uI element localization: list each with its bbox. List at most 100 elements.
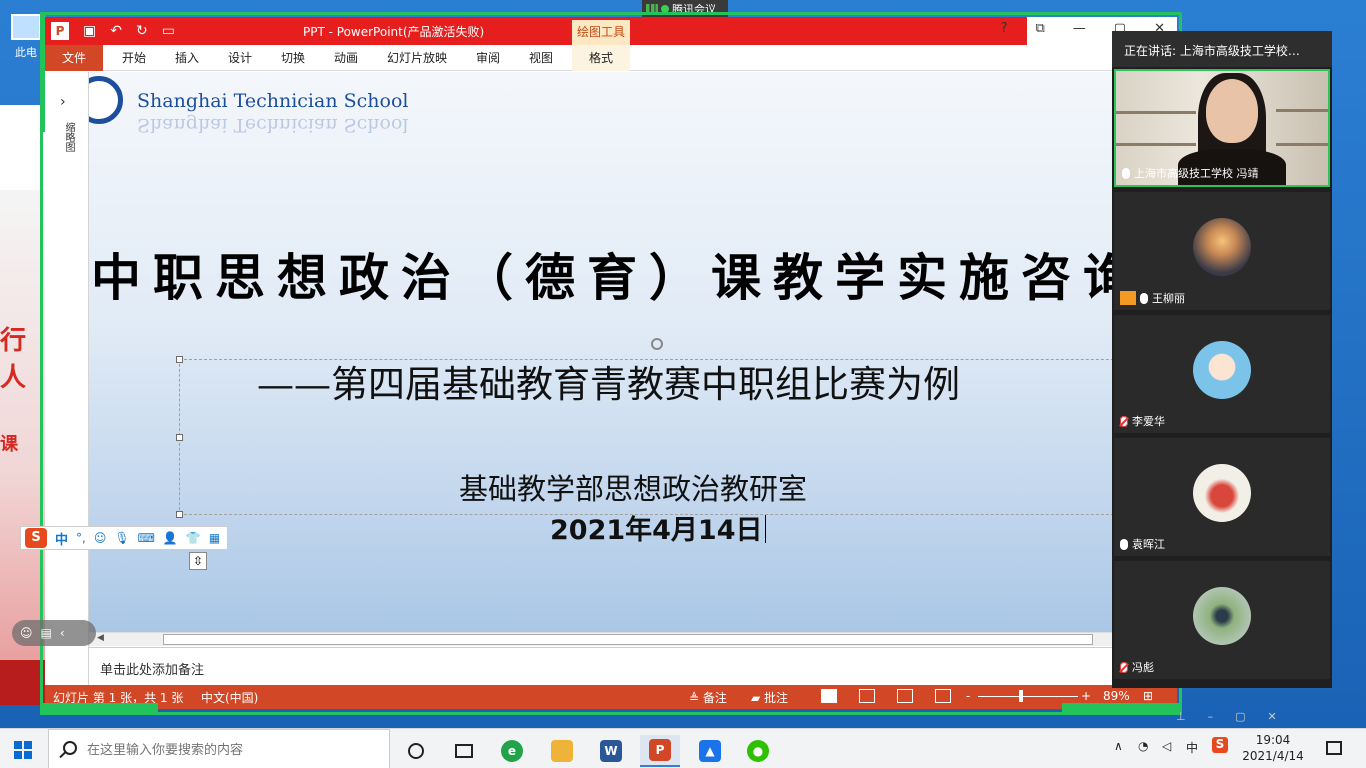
cortana-icon[interactable]: [396, 735, 436, 767]
word-icon[interactable]: W: [591, 735, 631, 767]
notification-icon[interactable]: [1326, 741, 1342, 755]
search-icon: [63, 741, 77, 755]
school-name-reflection: Shanghai Technician School: [137, 114, 409, 136]
chevron-right-icon[interactable]: ›: [60, 94, 66, 110]
slide-title[interactable]: 中职思想政治（德育）课教学实施咨询: [91, 238, 1145, 310]
emoji-icon[interactable]: ☺: [20, 626, 33, 640]
participant-label: 袁晖江: [1120, 536, 1165, 552]
maximize-icon[interactable]: ▢: [1235, 710, 1245, 728]
keyboard-icon[interactable]: ⌨: [138, 531, 155, 545]
thumbnail-pane: › 缩略图: [45, 72, 89, 685]
notes-pane[interactable]: 单击此处添加备注: [89, 647, 1177, 685]
tab-format[interactable]: 格式: [572, 45, 630, 71]
tab-animations[interactable]: 动画: [334, 45, 358, 71]
participant-name: 李爱华: [1132, 415, 1165, 428]
participant-name: 冯彪: [1132, 661, 1154, 674]
pin-icon[interactable]: ⊥: [1176, 710, 1186, 728]
sogou-logo-icon[interactable]: S: [25, 528, 47, 548]
tab-file[interactable]: 文件: [45, 45, 103, 71]
tab-design[interactable]: 设计: [228, 45, 252, 71]
browser-icon[interactable]: e: [492, 735, 532, 767]
thumbnail-label[interactable]: 缩略图: [61, 122, 76, 152]
powerpoint-taskbar-icon[interactable]: P: [640, 735, 680, 767]
host-badge-icon: [1120, 291, 1136, 305]
ribbon-display-icon[interactable]: ⧉: [1036, 21, 1045, 36]
language-indicator[interactable]: 中文(中国): [201, 689, 258, 706]
volume-icon[interactable]: ◁: [1162, 739, 1171, 753]
notes-toggle[interactable]: ≜ 备注: [689, 689, 727, 706]
ime-indicator[interactable]: 中: [1186, 739, 1198, 756]
undo-icon[interactable]: ↶: [110, 23, 122, 39]
resize-handle[interactable]: [176, 356, 183, 363]
floating-toolbar[interactable]: ☺ ▤ ‹: [12, 620, 96, 646]
zoom-slider[interactable]: [978, 696, 1078, 697]
punctuation-icon[interactable]: °,: [76, 531, 86, 545]
participant-tile[interactable]: 王柳丽: [1114, 192, 1330, 310]
resize-handle[interactable]: [176, 434, 183, 441]
sogou-tray-icon[interactable]: S: [1212, 737, 1228, 753]
zoom-level[interactable]: 89%: [1103, 689, 1130, 703]
participant-tile[interactable]: 袁晖江: [1114, 438, 1330, 556]
tab-view[interactable]: 视图: [529, 45, 553, 71]
participant-tile[interactable]: 上海市高级技工学校 冯靖: [1114, 69, 1330, 187]
tab-insert[interactable]: 插入: [175, 45, 199, 71]
system-clock[interactable]: 19:04 2021/4/14: [1238, 732, 1308, 764]
slide-editor: Shanghai Technician School Shanghai Tech…: [89, 72, 1177, 632]
background-text-2: 课: [0, 434, 18, 455]
collapse-icon[interactable]: ‹: [60, 626, 65, 640]
file-explorer-icon[interactable]: [542, 735, 582, 767]
slide[interactable]: Shanghai Technician School Shanghai Tech…: [89, 72, 1177, 632]
taskbar-search[interactable]: [48, 729, 390, 768]
voice-input-icon[interactable]: 🎙: [114, 531, 129, 545]
minimize-icon[interactable]: —: [1073, 21, 1086, 36]
windows-start-icon[interactable]: [14, 741, 32, 759]
participant-tile[interactable]: 冯彪: [1114, 561, 1330, 679]
slide-subtitle[interactable]: ——第四届基础教育青教赛中职组比赛为例: [257, 354, 960, 408]
emoji-icon[interactable]: ☺: [94, 531, 107, 545]
search-input[interactable]: [87, 738, 377, 760]
comments-toggle[interactable]: ▰ 批注: [751, 689, 788, 706]
resize-handle[interactable]: [176, 511, 183, 518]
task-view-icon[interactable]: [444, 735, 484, 767]
toolbox-icon[interactable]: ▦: [209, 531, 220, 545]
shelf: [1276, 143, 1328, 146]
horizontal-scrollbar[interactable]: ◀: [89, 632, 1177, 646]
zoom-out-icon[interactable]: -: [966, 689, 970, 703]
tab-transitions[interactable]: 切换: [281, 45, 305, 71]
user-icon[interactable]: 👤: [163, 531, 178, 545]
chat-icon[interactable]: ▤: [41, 626, 52, 640]
slide-sorter-icon[interactable]: [859, 689, 875, 703]
person-face: [1206, 79, 1258, 143]
tab-review[interactable]: 审阅: [476, 45, 500, 71]
tab-home[interactable]: 开始: [122, 45, 146, 71]
tray-expand-icon[interactable]: ∧: [1114, 739, 1123, 753]
ime-toolbar[interactable]: S 中 °, ☺ 🎙 ⌨ 👤 👕 ▦: [20, 526, 228, 550]
scroll-left-icon[interactable]: ◀: [97, 633, 104, 643]
slide-department[interactable]: 基础教学部思想政治教研室: [459, 466, 807, 508]
reading-view-icon[interactable]: [897, 689, 913, 703]
close-icon[interactable]: ✕: [1268, 710, 1277, 728]
slideshow-view-icon[interactable]: [935, 689, 951, 703]
fit-slide-icon[interactable]: ⊞: [1143, 689, 1153, 703]
ime-mode-toggle[interactable]: 中: [55, 529, 68, 548]
rotate-handle-icon[interactable]: [651, 338, 663, 350]
present-icon[interactable]: ▭: [162, 23, 175, 39]
normal-view-icon[interactable]: [821, 689, 837, 703]
zoom-slider-thumb[interactable]: [1019, 690, 1023, 702]
wechat-icon[interactable]: ●: [738, 735, 778, 767]
ime-collapse-icon[interactable]: ⇳: [189, 552, 207, 570]
tab-slideshow[interactable]: 幻灯片放映: [387, 45, 447, 71]
shelf: [1116, 143, 1196, 146]
skin-icon[interactable]: 👕: [186, 531, 201, 545]
minimize-icon[interactable]: –: [1208, 710, 1214, 728]
slide-date[interactable]: 2021年4月14日: [550, 508, 766, 547]
redo-icon[interactable]: ↻: [136, 23, 148, 39]
participant-tile[interactable]: 李爱华: [1114, 315, 1330, 433]
help-button[interactable]: ?: [1001, 21, 1008, 36]
zoom-in-icon[interactable]: +: [1081, 689, 1091, 703]
tencent-meeting-icon[interactable]: ▲: [690, 735, 730, 767]
scrollbar-thumb[interactable]: [163, 634, 1093, 645]
network-icon[interactable]: ◔: [1138, 739, 1148, 753]
save-icon[interactable]: ▣: [83, 23, 96, 39]
microphone-muted-icon: [1120, 415, 1128, 427]
